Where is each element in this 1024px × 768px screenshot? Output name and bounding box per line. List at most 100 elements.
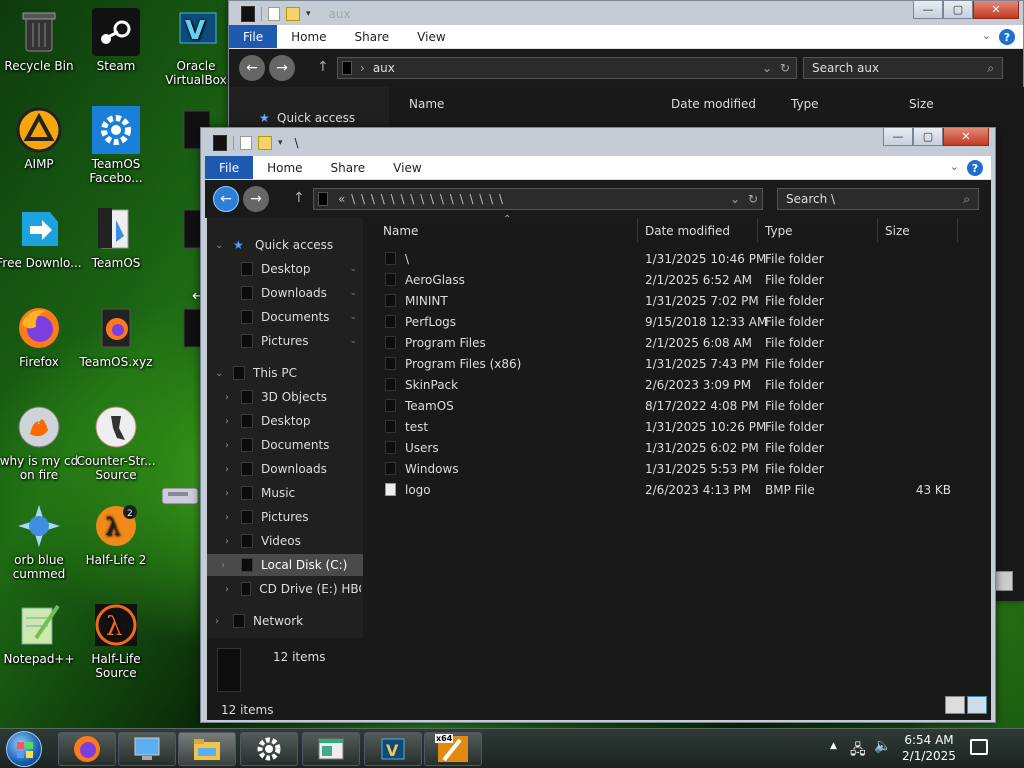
show-hidden-icons-button[interactable]: ▲ (830, 741, 837, 751)
chevron-right-icon[interactable]: › (215, 616, 219, 627)
back-button[interactable]: ← (213, 186, 239, 212)
taskbar-explorer[interactable] (178, 732, 236, 766)
sidebar-item-documents[interactable]: › Documents (225, 434, 361, 456)
file-row[interactable]: TeamOS 8/17/2022 4:08 PM File folder (381, 396, 961, 417)
tab-home[interactable]: Home (253, 156, 316, 179)
sidebar-item-this-pc[interactable]: ⌄ This PC (215, 362, 361, 384)
sidebar-item-desktop[interactable]: Desktop ⌄ (241, 258, 361, 280)
minimize-button[interactable]: — (883, 128, 913, 146)
sidebar-item-3d-objects[interactable]: › 3D Objects (225, 386, 361, 408)
chevron-right-icon[interactable]: › (225, 512, 229, 523)
file-row[interactable]: SkinPack 2/6/2023 3:09 PM File folder (381, 375, 961, 396)
expand-ribbon-icon[interactable]: ⌄ (982, 29, 991, 42)
file-row[interactable]: Program Files (x86) 1/31/2025 7:43 PM File… (381, 354, 961, 375)
clock[interactable]: 6:54 AM 2/1/2025 (898, 732, 960, 764)
column-date-modified[interactable]: Date modified (671, 97, 756, 111)
properties-icon[interactable] (240, 136, 252, 150)
search-icon[interactable]: ⌕ (963, 192, 970, 207)
explorer-window-root[interactable]: ▾ \ — ▢ ✕ File Home Share View ⌄ ? ← → ↑… (200, 127, 996, 723)
up-button[interactable]: ↑ (317, 59, 329, 75)
file-row[interactable]: \ 1/31/2025 10:46 PM File folder (381, 249, 961, 270)
taskbar-x64dbg[interactable]: x64 (424, 732, 482, 766)
up-button[interactable]: ↑ (293, 190, 305, 206)
qat-dropdown-icon[interactable]: ▾ (306, 9, 311, 19)
sidebar-item-videos[interactable]: › Videos (225, 530, 361, 552)
sidebar-item-pictures[interactable]: › Pictures (225, 506, 361, 528)
address-dropdown-icon[interactable]: ⌄ (730, 192, 740, 206)
refresh-icon[interactable]: ↻ (748, 192, 758, 206)
tab-view[interactable]: View (403, 25, 459, 48)
volume-icon[interactable]: 🔈 (874, 738, 891, 754)
address-bar[interactable]: › aux ⌄ ↻ (337, 57, 797, 79)
address-dropdown-icon[interactable]: ⌄ (762, 61, 772, 75)
sidebar-item-desktop[interactable]: › Desktop (225, 410, 361, 432)
column-date-modified[interactable]: Date modified (645, 224, 730, 238)
maximize-button[interactable]: ▢ (913, 128, 943, 146)
column-size[interactable]: Size (885, 224, 910, 238)
chevron-down-icon[interactable]: ⌄ (215, 368, 223, 379)
column-name[interactable]: Name (383, 224, 418, 238)
file-row[interactable]: logo 2/6/2023 4:13 PM BMP File 43 KB (381, 480, 961, 501)
sidebar-item-pictures[interactable]: Pictures ⌄ (241, 330, 361, 352)
network-tray-icon[interactable]: 🖧 (850, 739, 866, 763)
forward-button[interactable]: → (243, 186, 269, 212)
qat-dropdown-icon[interactable]: ▾ (278, 138, 283, 148)
file-row[interactable]: Windows 1/31/2025 5:53 PM File folder (381, 459, 961, 480)
chevron-right-icon[interactable]: › (225, 464, 229, 475)
column-type[interactable]: Type (765, 224, 793, 238)
sidebar-item-network[interactable]: › Network (215, 610, 361, 632)
pin-icon[interactable]: ⌄ (349, 336, 357, 346)
tab-share[interactable]: Share (341, 25, 404, 48)
tab-file[interactable]: File (205, 156, 254, 179)
chevron-right-icon[interactable]: › (225, 416, 229, 427)
file-row[interactable]: test 1/31/2025 10:26 PM File folder (381, 417, 961, 438)
column-size[interactable]: Size (909, 97, 934, 111)
file-row[interactable]: MININT 1/31/2025 7:02 PM File folder (381, 291, 961, 312)
column-name[interactable]: Name (409, 97, 444, 111)
title-bar[interactable]: ▾ aux — ▢ ✕ (229, 1, 1023, 25)
back-button[interactable]: ← (239, 55, 265, 81)
chevron-down-icon[interactable]: ⌄ (215, 240, 223, 251)
desktop-icon-counter-strike-source[interactable]: Counter-Str... Source (70, 403, 162, 482)
address-bar[interactable]: « \ \ \ \ \ \ \ \ \ \ \ \ \ \ \ \ ⌄ ↻ (313, 188, 763, 210)
close-button[interactable]: ✕ (943, 128, 989, 146)
file-row[interactable]: Users 1/31/2025 6:02 PM File folder (381, 438, 961, 459)
taskbar-window[interactable] (302, 732, 360, 766)
action-center-icon[interactable] (970, 739, 988, 755)
desktop-icon-steam[interactable]: Steam (70, 8, 162, 73)
sidebar-item-downloads[interactable]: › Downloads (225, 458, 361, 480)
search-box[interactable]: Search aux ⌕ (803, 57, 1003, 79)
sidebar-item-cd-drive-e-hbcd[interactable]: › CD Drive (E:) HBCD_ (225, 578, 361, 600)
new-folder-icon[interactable] (286, 7, 300, 21)
taskbar-firefox[interactable] (58, 732, 116, 766)
sidebar-item-downloads[interactable]: Downloads ⌄ (241, 282, 361, 304)
sidebar-item-quick-access[interactable]: ⌄ ★ Quick access (215, 234, 361, 256)
pin-icon[interactable]: ⌄ (349, 288, 357, 298)
taskbar-virtualbox[interactable]: V (364, 732, 422, 766)
pin-icon[interactable]: ⌄ (349, 312, 357, 322)
sidebar-quick-access[interactable]: Quick access (277, 111, 355, 125)
sidebar-item-music[interactable]: › Music (225, 482, 361, 504)
tab-share[interactable]: Share (317, 156, 380, 179)
new-folder-icon[interactable] (258, 136, 272, 150)
sidebar-item-local-disk-c[interactable]: › Local Disk (C:) (207, 554, 363, 576)
help-icon[interactable]: ? (999, 29, 1015, 45)
title-bar[interactable]: ▾ \ — ▢ ✕ (201, 128, 995, 156)
chevron-right-icon[interactable]: › (221, 560, 225, 571)
chevron-right-icon[interactable]: › (225, 392, 229, 403)
large-icons-view-button[interactable] (967, 696, 987, 714)
tab-view[interactable]: View (379, 156, 435, 179)
start-button[interactable] (6, 731, 42, 767)
view-toggle-icon[interactable] (995, 571, 1013, 591)
chevron-right-icon[interactable]: › (225, 536, 229, 547)
search-box[interactable]: Search \ ⌕ (777, 188, 979, 210)
help-icon[interactable]: ? (967, 160, 983, 176)
chevron-right-icon[interactable]: › (225, 488, 229, 499)
tab-file[interactable]: File (229, 25, 278, 48)
file-row[interactable]: PerfLogs 9/15/2018 12:33 AM File folder (381, 312, 961, 333)
column-type[interactable]: Type (791, 97, 819, 111)
properties-icon[interactable] (268, 7, 280, 21)
forward-button[interactable]: → (269, 55, 295, 81)
maximize-button[interactable]: ▢ (943, 1, 973, 19)
sidebar-item-documents[interactable]: Documents ⌄ (241, 306, 361, 328)
